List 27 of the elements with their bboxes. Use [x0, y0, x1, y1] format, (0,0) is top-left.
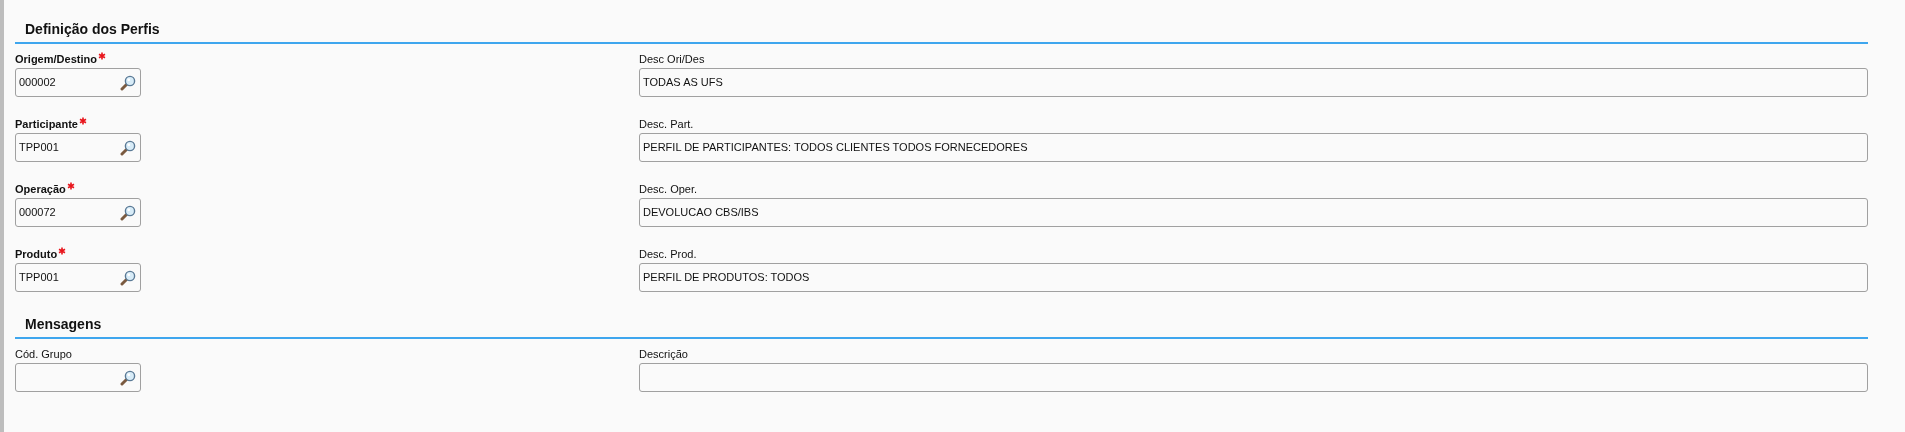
- field-label: Desc. Part.: [639, 117, 694, 131]
- lookup-field[interactable]: 000002: [15, 68, 141, 97]
- search-icon[interactable]: [120, 369, 136, 386]
- field-label: Origem/Destino: [15, 52, 97, 66]
- search-icon[interactable]: [120, 74, 136, 91]
- search-icon[interactable]: [120, 139, 136, 156]
- field-label: Desc Ori/Des: [639, 52, 705, 66]
- search-icon[interactable]: [120, 269, 136, 286]
- input-field[interactable]: TODAS AS UFS: [639, 68, 1868, 97]
- field-label: Descrição: [639, 347, 688, 361]
- section-title: Mensagens: [25, 316, 102, 332]
- field-label: Cód. Grupo: [15, 347, 72, 361]
- field-label: Desc. Oper.: [639, 182, 698, 196]
- lookup-field[interactable]: TPP001: [15, 263, 141, 292]
- field-label: Produto: [15, 247, 58, 261]
- search-icon[interactable]: [120, 204, 136, 221]
- field-label: Desc. Prod.: [639, 247, 697, 261]
- field-label: Participante: [15, 117, 78, 131]
- input-field[interactable]: PERFIL DE PARTICIPANTES: TODOS CLIENTES TODOS FORNECEDORES: [639, 133, 1868, 162]
- input-field[interactable]: [639, 363, 1868, 392]
- field-label: Operação: [15, 182, 66, 196]
- lookup-field[interactable]: 000072: [15, 198, 141, 227]
- lookup-field[interactable]: [15, 363, 141, 392]
- section-title: Definição dos Perfis: [25, 21, 160, 37]
- lookup-field[interactable]: TPP001: [15, 133, 141, 162]
- input-field[interactable]: PERFIL DE PRODUTOS: TODOS: [639, 263, 1868, 292]
- input-field[interactable]: DEVOLUCAO CBS/IBS: [639, 198, 1868, 227]
